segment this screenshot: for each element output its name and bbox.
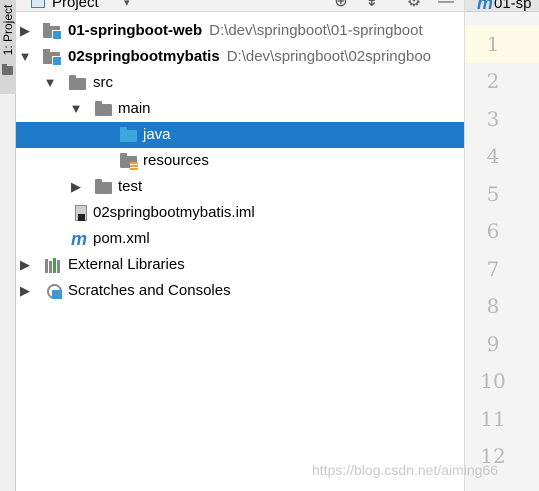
chevron-right-icon[interactable]: ▶ (18, 252, 32, 278)
tree-item-external-libraries[interactable]: ▶ External Libraries (16, 252, 464, 278)
chevron-right-icon[interactable]: ▶ (69, 174, 83, 200)
tree-item-label: resources (143, 152, 209, 169)
tree-item-02springbootmybatis[interactable]: ▼ 02springbootmybatis D:\dev\springboot\0… (16, 44, 464, 70)
tree-item-src[interactable]: ▼ src (16, 70, 464, 96)
tree-item-iml-file[interactable]: 02springbootmybatis.iml (16, 200, 464, 226)
tree-item-test[interactable]: ▶ test (16, 174, 464, 200)
tree-item-label: test (118, 178, 143, 195)
tree-item-scratches[interactable]: ▶ Scratches and Consoles (16, 278, 464, 304)
folder-icon (69, 75, 86, 90)
tree-item-label: External Libraries (68, 256, 185, 273)
locate-icon[interactable]: ⊕ (332, 0, 350, 11)
hide-icon[interactable]: — (437, 0, 455, 11)
chevron-right-icon[interactable]: ▶ (18, 278, 32, 304)
iml-file-icon (75, 205, 87, 221)
module-folder-icon (43, 49, 62, 66)
tree-item-main[interactable]: ▼ main (16, 96, 464, 122)
editor-tab[interactable]: m 01-sp (465, 0, 539, 12)
watermark: https://blog.csdn.net/aiming66 (312, 462, 499, 478)
chevron-down-icon[interactable]: ▾ (124, 0, 130, 9)
line-number: 7 (486, 257, 500, 281)
collapse-icon[interactable]: ⇟ (363, 0, 381, 11)
editor-area: m 01-sp 1 2 3 4 5 6 7 8 9 10 11 12 (464, 0, 539, 491)
tree-item-01-springboot-web[interactable]: ▶ 01-springboot-web D:\dev\springboot\01-… (16, 18, 464, 44)
chevron-down-icon[interactable]: ▼ (18, 44, 32, 70)
module-path: D:\dev\springboot\02springboo (226, 48, 432, 65)
line-number: 10 (480, 369, 506, 393)
project-view-selector[interactable]: Project (52, 0, 99, 11)
tree-item-java[interactable]: java (16, 122, 464, 148)
tree-item-label: main (118, 100, 151, 117)
chevron-down-icon[interactable]: ▼ (69, 96, 83, 122)
project-tree: ▶ 01-springboot-web D:\dev\springboot\01-… (16, 14, 464, 491)
libraries-icon (45, 257, 63, 273)
tree-item-pom-xml[interactable]: m pom.xml (16, 226, 464, 252)
tree-item-label: Scratches and Consoles (68, 282, 231, 299)
tree-item-label: pom.xml (93, 230, 150, 247)
chevron-right-icon[interactable]: ▶ (18, 18, 32, 44)
source-folder-icon (120, 127, 137, 142)
folder-icon (95, 179, 112, 194)
folder-icon (2, 64, 13, 75)
project-tool-tab-label: 1: Project (1, 4, 15, 56)
line-number: 6 (486, 219, 500, 243)
folder-icon (95, 101, 112, 116)
module-path: D:\dev\springboot\01-springboot (209, 22, 423, 39)
gear-icon[interactable]: ⚙ (405, 0, 423, 11)
project-tool-tab[interactable]: 1: Project (0, 0, 16, 94)
line-number: 3 (486, 107, 500, 131)
tree-item-label: java (143, 126, 171, 143)
line-number: 2 (486, 69, 500, 93)
tree-item-label: 02springbootmybatis D:\dev\springboot\02s… (68, 48, 432, 65)
resources-folder-icon (120, 153, 138, 170)
line-number: 8 (486, 294, 500, 318)
tree-item-label: 01-springboot-web D:\dev\springboot\01-sp… (68, 22, 423, 39)
tree-item-label: 02springbootmybatis.iml (93, 204, 255, 221)
tool-window-strip: 1: Project (0, 0, 16, 491)
maven-icon: m (477, 0, 494, 12)
line-number: 4 (486, 144, 500, 168)
line-number: 5 (486, 182, 500, 206)
line-number: 11 (480, 407, 506, 431)
line-number: 1 (486, 32, 500, 56)
editor-tab-label: 01-sp (494, 0, 532, 12)
scratches-icon (46, 283, 63, 299)
project-panel-header: Project ▾ ⊕ ⇟ ⚙ — (16, 0, 464, 12)
chevron-down-icon[interactable]: ▼ (43, 70, 57, 96)
line-number: 9 (486, 332, 500, 356)
tree-item-resources[interactable]: resources (16, 148, 464, 174)
project-view-icon (31, 0, 45, 8)
maven-icon: m (71, 229, 88, 249)
tree-item-label: src (93, 74, 113, 91)
module-folder-icon (43, 23, 62, 40)
